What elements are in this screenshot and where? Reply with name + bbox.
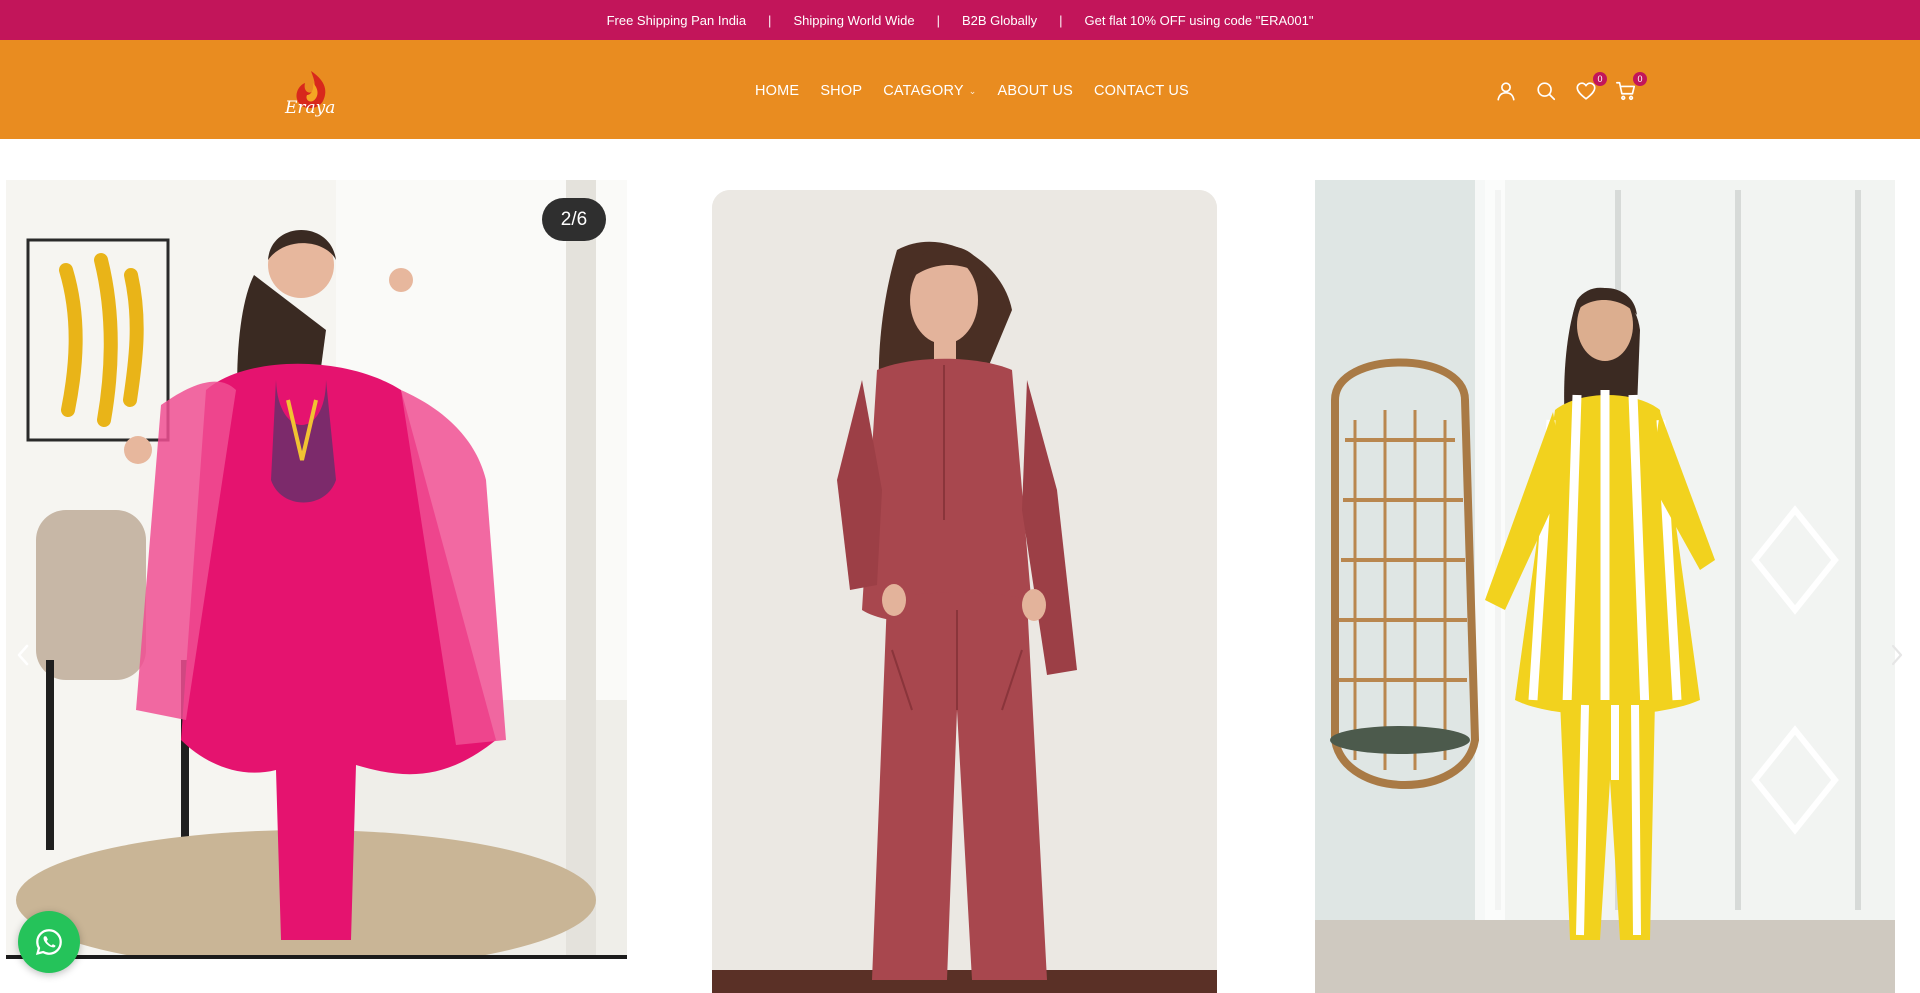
announcement-item-coupon: Get flat 10% OFF using code "ERA001" — [1084, 12, 1314, 28]
nav-contact-us[interactable]: CONTACT US — [1094, 83, 1189, 99]
nav-home[interactable]: HOME — [755, 83, 799, 99]
nav-label: SHOP — [820, 83, 863, 99]
announcement-separator: | — [936, 12, 940, 28]
announcement-separator: | — [1059, 12, 1063, 28]
chevron-right-icon — [1891, 644, 1903, 666]
search-button[interactable] — [1533, 78, 1559, 104]
cart-count-badge: 0 — [1633, 72, 1647, 86]
nav-label: HOME — [755, 83, 800, 99]
nav-shop[interactable]: SHOP — [820, 83, 862, 99]
announcement-item: Shipping World Wide — [793, 12, 915, 28]
nav-category[interactable]: CATAGORY ⌄ — [883, 83, 976, 99]
wishlist-button[interactable]: 0 — [1573, 72, 1607, 104]
cart-button[interactable]: 0 — [1613, 72, 1647, 104]
announcement-separator: | — [768, 12, 772, 28]
header-icons: 0 0 — [1493, 72, 1647, 104]
wishlist-count-badge: 0 — [1593, 72, 1607, 86]
slider-next-button[interactable] — [1882, 635, 1912, 675]
slide-yellow-stripe-co-ord-set[interactable] — [1315, 180, 1895, 993]
search-icon — [1537, 82, 1556, 101]
user-icon — [1497, 82, 1515, 101]
slider-prev-button[interactable] — [8, 635, 38, 675]
logo-wordmark[interactable]: Eraya — [285, 98, 335, 118]
slide-pink-kaftan-set[interactable] — [6, 180, 627, 959]
product-slider: 2/6 — [0, 139, 1920, 993]
announcement-item: Free Shipping Pan India — [606, 12, 747, 28]
product-image — [6, 180, 627, 955]
announcement-item: B2B Globally — [961, 12, 1038, 28]
main-nav: HOME SHOP CATAGORY ⌄ ABOUT US CONTACT US — [755, 80, 1189, 102]
nav-label: CONTACT US — [1094, 83, 1189, 99]
whatsapp-icon — [35, 929, 62, 955]
account-button[interactable] — [1493, 78, 1519, 104]
nav-label: ABOUT US — [997, 83, 1073, 99]
chevron-left-icon — [17, 644, 29, 666]
announcement-bar: Free Shipping Pan India | Shipping World… — [0, 0, 1920, 40]
product-image — [1315, 180, 1895, 993]
product-image — [712, 190, 1217, 993]
nav-about-us[interactable]: ABOUT US — [998, 83, 1073, 99]
site-header: Eraya HOME SHOP CATAGORY ⌄ ABOUT US CONTA… — [0, 40, 1920, 139]
chevron-down-icon: ⌄ — [968, 85, 977, 96]
nav-label: CATAGORY — [883, 83, 964, 99]
slide-counter: 2/6 — [542, 198, 606, 241]
whatsapp-button[interactable] — [18, 911, 80, 973]
slide-maroon-co-ord-set[interactable] — [712, 190, 1217, 993]
